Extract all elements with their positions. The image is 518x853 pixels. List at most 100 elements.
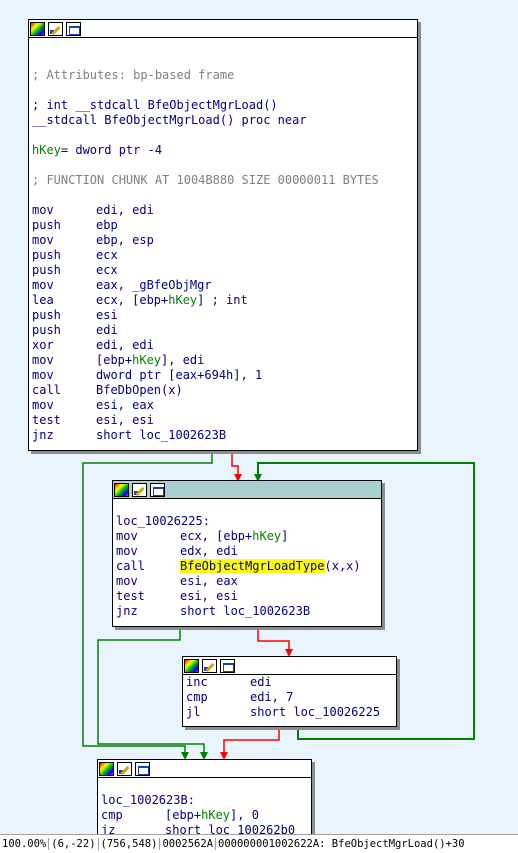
status-bar: 100.00% (6,-22) (756,548) 0002562A 000000001… [0,834,518,853]
rename-pencil-icon[interactable] [132,482,147,497]
operands: edi, 7 [250,690,294,704]
rename-pencil-icon[interactable] [48,21,63,36]
rename-pencil-icon[interactable] [117,761,132,776]
color-palette-icon[interactable] [184,658,199,673]
graph-node-loc-10026225[interactable]: loc_10026225: mov ecx, [ebp+hKey] mov edx, … [112,480,382,627]
instruction-line[interactable]: jnz short loc_1002623B [116,604,378,619]
instruction-line[interactable]: push esi [32,308,414,323]
instruction-line[interactable]: lea ecx, [ebp+hKey] ; int [32,293,414,308]
instruction-line[interactable]: test esi, esi [116,589,378,604]
mouse-position: (6,-22) [48,838,98,850]
instruction-line[interactable]: mov eax, _gBfeObjMgr [32,278,414,293]
operands: BfeDbOpen(x) [96,383,183,397]
operands: [ebp+ [96,353,133,367]
instruction-line[interactable]: push ecx [32,263,414,278]
instruction-line[interactable]: mov ebp, esp [32,233,414,248]
mnemonic: push [32,248,61,262]
operands: short loc_10026225 [250,705,381,719]
var-def: = dword ptr -4 [60,143,163,157]
instruction-line[interactable]: push ebp [32,218,414,233]
var-hkey[interactable]: hKey [32,143,61,157]
operands: (x,x) [324,559,361,573]
var-hkey-ref[interactable]: hKey [132,353,161,367]
node-header [29,20,417,38]
instruction-line[interactable]: push ecx [32,248,414,263]
var-hkey-ref[interactable]: hKey [201,808,230,822]
proc-near: proc near [234,113,307,127]
loc-label[interactable]: loc_1002623B: [101,793,308,808]
color-palette-icon[interactable] [114,482,129,497]
instruction-line[interactable]: mov esi, eax [116,574,378,589]
graph-node-loop-check[interactable]: inc edi cmp edi, 7 jl short loc_10026225 [182,656,397,727]
graph-position: (756,548) [97,838,160,850]
operands: esi, esi [180,589,238,603]
graph-node-function-entry[interactable]: ; Attributes: bp-based frame ; int __std… [28,19,418,451]
operands: short loc_1002623B [180,604,311,618]
mnemonic: mov [32,203,54,217]
node-code: ; Attributes: bp-based frame ; int __std… [29,38,417,443]
operands: ecx [96,248,118,262]
mnemonic: jnz [32,428,54,442]
mnemonic: mov [32,233,54,247]
mnemonic: jnz [116,604,138,618]
instruction-list: mov edi, edi push ebp mov ebp, esp push ecx push… [32,203,414,443]
color-palette-icon[interactable] [99,761,114,776]
proc-name[interactable]: __stdcall BfeObjectMgrLoad() [32,113,234,127]
mnemonic: jl [186,705,201,719]
instruction-line[interactable]: inc edi [186,675,393,690]
instruction-line[interactable]: xor edi, edi [32,338,414,353]
rename-pencil-icon[interactable] [202,658,217,673]
instruction-line[interactable]: mov [ebp+hKey], edi [32,353,414,368]
instruction-line[interactable]: mov edx, edi [116,544,378,559]
mnemonic: mov [32,278,54,292]
instruction-line[interactable]: cmp [ebp+hKey], 0 [101,808,308,823]
edge-node3-false [220,726,280,760]
graph-overview-icon[interactable] [135,761,150,776]
instruction-line[interactable]: mov esi, eax [32,398,414,413]
edge-node2-false [257,626,293,657]
instruction-line[interactable]: call BfeObjectMgrLoadType(x,x) [116,559,378,574]
instruction-line[interactable]: mov ecx, [ebp+hKey] [116,529,378,544]
mnemonic: mov [32,353,54,367]
var-hkey-ref[interactable]: hKey [168,293,197,307]
instruction-line[interactable]: test esi, esi [32,413,414,428]
operands: edx, edi [180,544,238,558]
operands: esi, eax [96,398,154,412]
graph-overview-icon[interactable] [220,658,235,673]
graph-overview-icon[interactable] [66,21,81,36]
operands: ebp [96,218,118,232]
mnemonic: mov [116,529,138,543]
instruction-line[interactable]: jl short loc_10026225 [186,705,393,720]
instruction-line[interactable]: mov dword ptr [eax+694h], 1 [32,368,414,383]
mnemonic: lea [32,293,54,307]
operands: ], 0 [230,808,259,822]
attributes-comment: ; Attributes: bp-based frame [32,68,235,82]
function-chunk-comment: ; FUNCTION CHUNK AT 1004B880 SIZE 000000… [32,173,379,187]
graph-overview-icon[interactable] [150,482,165,497]
instruction-line[interactable]: jnz short loc_1002623B [32,428,414,443]
mnemonic: push [32,308,61,322]
node-header [113,481,381,499]
color-palette-icon[interactable] [30,21,45,36]
var-hkey-ref[interactable]: hKey [252,529,281,543]
file-offset: 0002562A [159,838,216,850]
operands: eax, _gBfeObjMgr [96,278,212,292]
mnemonic: inc [186,675,208,689]
node-code: inc edi cmp edi, 7 jl short loc_10026225 [183,675,396,720]
instruction-line[interactable]: push edi [32,323,414,338]
operands: ecx, [ebp+ [180,529,253,543]
instruction-line[interactable]: call BfeDbOpen(x) [32,383,414,398]
loc-label[interactable]: loc_10026225: [116,514,378,529]
mnemonic: test [32,413,61,427]
operands: short loc_1002623B [96,428,227,442]
mnemonic: call [32,383,61,397]
node-code: loc_10026225: mov ecx, [ebp+hKey] mov edx, … [113,499,381,619]
proc-declaration: __stdcall BfeObjectMgrLoad() proc near [32,113,414,128]
prototype-comment: ; int __stdcall BfeObjectMgrLoad() [32,98,278,112]
operands: edi, edi [96,203,154,217]
instruction-line[interactable]: cmp edi, 7 [186,690,393,705]
instruction-line[interactable]: mov edi, edi [32,203,414,218]
operands: ], edi [161,353,205,367]
mnemonic: push [32,323,61,337]
highlighted-call-target[interactable]: BfeObjectMgrLoadType [180,559,325,573]
